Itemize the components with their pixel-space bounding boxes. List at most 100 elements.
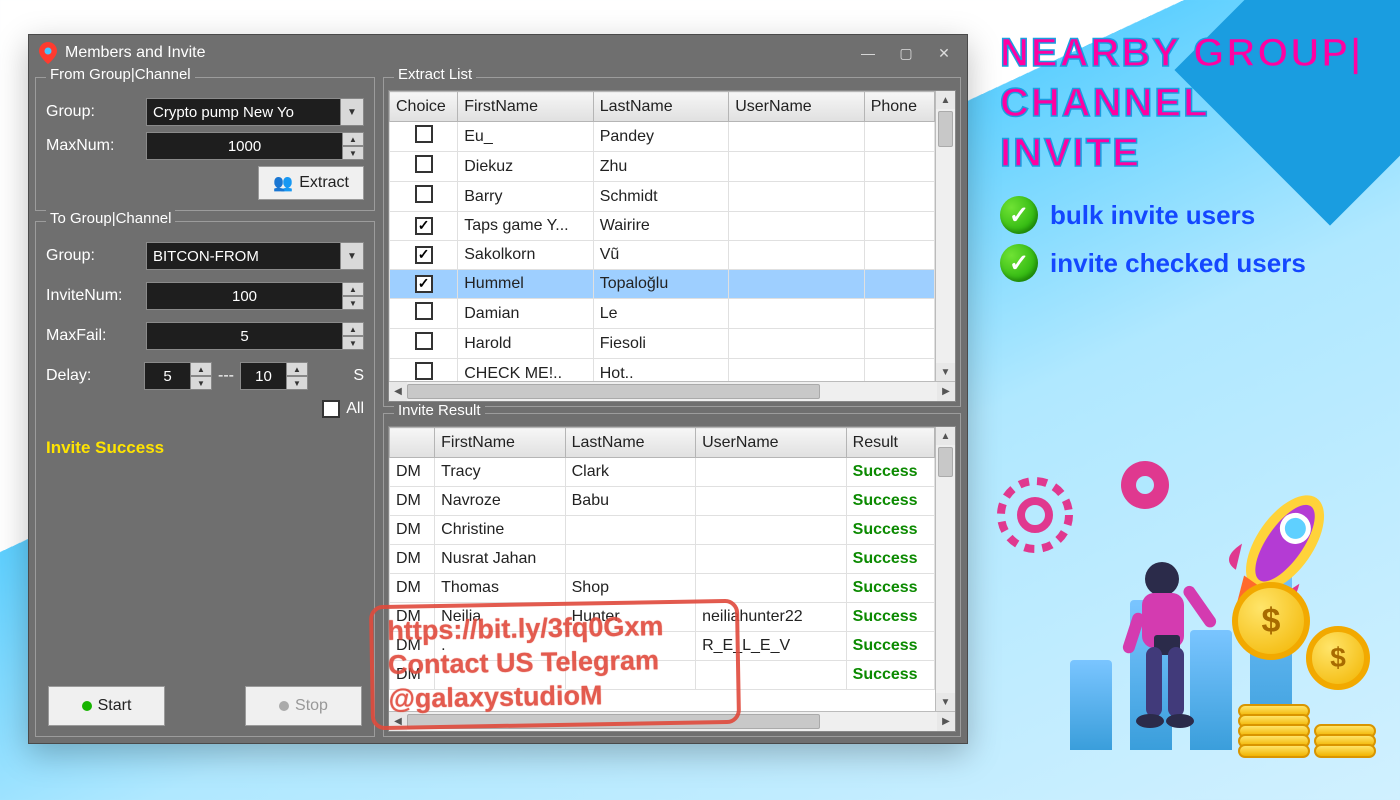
row-checkbox[interactable] bbox=[415, 125, 433, 143]
maxfail-label: MaxFail: bbox=[46, 327, 138, 345]
all-checkbox[interactable] bbox=[322, 400, 340, 418]
extract-button-label: Extract bbox=[299, 174, 349, 192]
delay-from-spinner[interactable]: ▲▼ bbox=[190, 362, 212, 390]
row-checkbox[interactable] bbox=[415, 275, 433, 293]
table-row[interactable]: BarrySchmidt bbox=[390, 182, 935, 212]
table-row[interactable]: DM.R_E_L_E_VSuccess bbox=[390, 632, 935, 661]
row-checkbox[interactable] bbox=[415, 185, 433, 203]
column-header[interactable] bbox=[390, 428, 435, 458]
delay-unit: S bbox=[353, 367, 364, 385]
result-cell: Success bbox=[846, 545, 934, 574]
maximize-button[interactable]: ▢ bbox=[891, 43, 921, 63]
result-cell: Success bbox=[846, 458, 934, 487]
invitenum-input[interactable]: 100 bbox=[146, 282, 342, 310]
invitenum-spinner[interactable]: ▲▼ bbox=[342, 282, 364, 310]
chevron-down-icon[interactable]: ▼ bbox=[340, 242, 364, 270]
to-group-combo[interactable]: BITCON-FROM bbox=[146, 242, 340, 270]
column-header[interactable]: Result bbox=[846, 428, 934, 458]
result-cell: Success bbox=[846, 632, 934, 661]
to-group-panel: To Group|Channel Group: BITCON-FROM ▼ In… bbox=[35, 221, 375, 737]
extract-horizontal-scrollbar[interactable]: ◀ ▶ bbox=[389, 381, 955, 401]
maxfail-spinner[interactable]: ▲▼ bbox=[342, 322, 364, 350]
delay-separator: --- bbox=[218, 367, 234, 385]
start-button[interactable]: Start bbox=[48, 686, 165, 726]
row-checkbox[interactable] bbox=[415, 155, 433, 173]
stop-button[interactable]: Stop bbox=[245, 686, 362, 726]
result-vertical-scrollbar[interactable]: ▲ ▼ bbox=[935, 427, 955, 711]
promo-feature-label: bulk invite users bbox=[1050, 200, 1255, 231]
result-legend: Invite Result bbox=[394, 402, 485, 419]
decor-illustration: $ $ bbox=[990, 450, 1370, 780]
app-window: Members and Invite — ▢ ✕ From Group|Chan… bbox=[28, 34, 968, 744]
row-checkbox[interactable] bbox=[415, 332, 433, 350]
row-checkbox[interactable] bbox=[415, 302, 433, 320]
delay-from-input[interactable]: 5 bbox=[144, 362, 190, 390]
to-group-label: Group: bbox=[46, 247, 138, 265]
extract-table[interactable]: ChoiceFirstNameLastNameUserNamePhone Eu_… bbox=[389, 91, 935, 381]
extract-button[interactable]: 👥 Extract bbox=[258, 166, 364, 200]
column-header[interactable]: Choice bbox=[390, 92, 458, 122]
maxfail-input[interactable]: 5 bbox=[146, 322, 342, 350]
table-row[interactable]: DMChristineSuccess bbox=[390, 516, 935, 545]
promo-feature-label: invite checked users bbox=[1050, 248, 1306, 279]
table-row[interactable]: Taps game Y...Wairire bbox=[390, 212, 935, 241]
table-row[interactable]: DMNavrozeBabuSuccess bbox=[390, 487, 935, 516]
coin-icon: $ bbox=[1306, 626, 1370, 690]
minimize-button[interactable]: — bbox=[853, 43, 883, 63]
result-cell: Success bbox=[846, 516, 934, 545]
column-header[interactable]: UserName bbox=[696, 428, 847, 458]
invite-result-panel: Invite Result FirstNameLastNameUserNameR… bbox=[383, 413, 961, 737]
result-table[interactable]: FirstNameLastNameUserNameResult DMTracyC… bbox=[389, 427, 935, 711]
delay-to-input[interactable]: 10 bbox=[240, 362, 286, 390]
window-title: Members and Invite bbox=[65, 44, 206, 62]
maxnum-spinner[interactable]: ▲▼ bbox=[342, 132, 364, 160]
table-row[interactable]: CHECK ME!..Hot.. bbox=[390, 359, 935, 382]
table-row[interactable]: DamianLe bbox=[390, 299, 935, 329]
row-checkbox[interactable] bbox=[415, 246, 433, 264]
result-cell: Success bbox=[846, 603, 934, 632]
table-row[interactable]: HaroldFiesoli bbox=[390, 329, 935, 359]
extract-vertical-scrollbar[interactable]: ▲ ▼ bbox=[935, 91, 955, 381]
all-label: All bbox=[346, 400, 364, 418]
app-pin-icon bbox=[39, 42, 57, 64]
result-cell: Success bbox=[846, 487, 934, 516]
column-header[interactable]: FirstName bbox=[435, 428, 565, 458]
table-row[interactable]: DMTracyClarkSuccess bbox=[390, 458, 935, 487]
extract-list-panel: Extract List ChoiceFirstNameLastNameUser… bbox=[383, 77, 961, 407]
table-row[interactable]: DiekuzZhu bbox=[390, 152, 935, 182]
gear-icon bbox=[1110, 450, 1180, 520]
result-horizontal-scrollbar[interactable]: ◀ ▶ bbox=[389, 711, 955, 731]
person-icon bbox=[1110, 557, 1220, 752]
coinstack-icon bbox=[1314, 728, 1376, 758]
coin-icon: $ bbox=[1232, 582, 1310, 660]
table-row[interactable]: Eu_Pandey bbox=[390, 122, 935, 152]
result-cell: Success bbox=[846, 574, 934, 603]
column-header[interactable]: LastName bbox=[565, 428, 695, 458]
row-checkbox[interactable] bbox=[415, 362, 433, 380]
row-checkbox[interactable] bbox=[415, 217, 433, 235]
start-button-label: Start bbox=[98, 697, 132, 715]
column-header[interactable]: FirstName bbox=[458, 92, 593, 122]
from-group-combo[interactable]: Crypto pump New Yo bbox=[146, 98, 340, 126]
column-header[interactable]: LastName bbox=[593, 92, 728, 122]
stop-icon bbox=[279, 701, 289, 711]
table-row[interactable]: DMThomasShopSuccess bbox=[390, 574, 935, 603]
people-icon: 👥 bbox=[273, 173, 293, 193]
table-row[interactable]: DMSuccess bbox=[390, 661, 935, 690]
promo-feature: ✓ invite checked users bbox=[1000, 244, 1380, 282]
maxnum-input[interactable]: 1000 bbox=[146, 132, 342, 160]
column-header[interactable]: UserName bbox=[729, 92, 864, 122]
table-row[interactable]: DMNeiliaHunterneiliahunter22Success bbox=[390, 603, 935, 632]
table-row[interactable]: SakolkornVũ bbox=[390, 241, 935, 270]
table-row[interactable]: HummelTopaloğlu bbox=[390, 270, 935, 299]
delay-label: Delay: bbox=[46, 367, 138, 385]
chevron-down-icon[interactable]: ▼ bbox=[340, 98, 364, 126]
close-button[interactable]: ✕ bbox=[929, 43, 959, 63]
promo-heading: NEARBY GROUP| CHANNEL INVITE bbox=[1000, 28, 1380, 178]
to-legend: To Group|Channel bbox=[46, 210, 175, 227]
delay-to-spinner[interactable]: ▲▼ bbox=[286, 362, 308, 390]
stop-button-label: Stop bbox=[295, 697, 328, 715]
column-header[interactable]: Phone bbox=[864, 92, 934, 122]
table-row[interactable]: DMNusrat JahanSuccess bbox=[390, 545, 935, 574]
from-group-panel: From Group|Channel Group: Crypto pump Ne… bbox=[35, 77, 375, 211]
